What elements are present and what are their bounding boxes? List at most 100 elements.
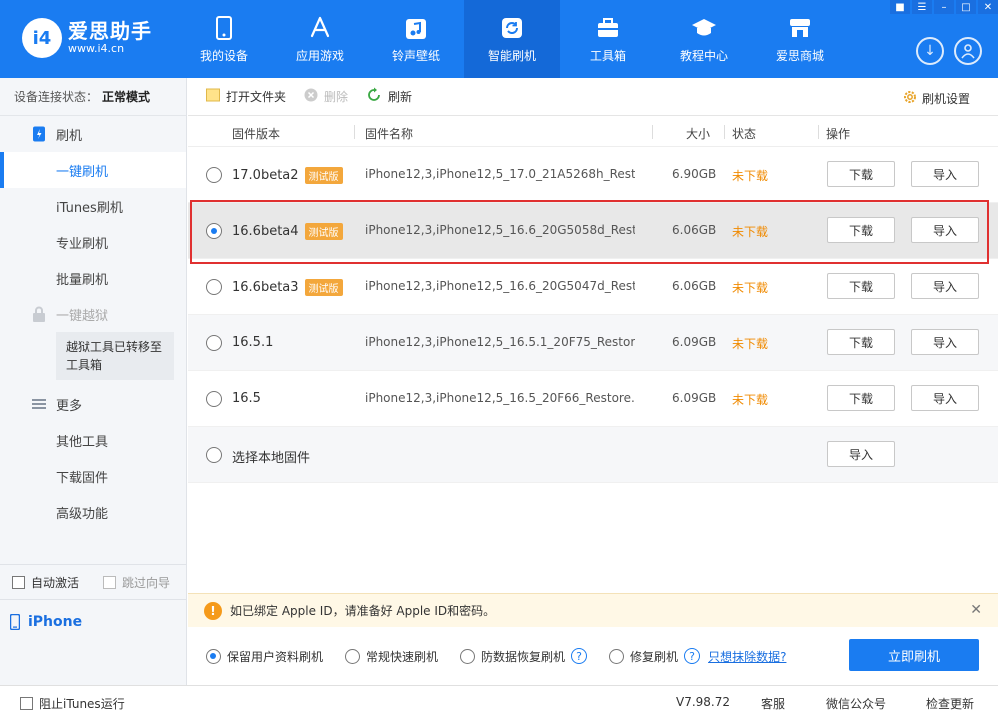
- nav-my-device[interactable]: 我的设备: [176, 0, 272, 78]
- sidebar-item-pro-flash[interactable]: 专业刷机: [0, 224, 186, 260]
- jailbreak-moved-note: 越狱工具已转移至工具箱: [56, 332, 174, 380]
- radio-keep-data[interactable]: [206, 648, 221, 664]
- nav-apps-games[interactable]: 应用游戏: [272, 0, 368, 78]
- device-label[interactable]: iPhone: [0, 608, 82, 636]
- firmware-size: 6.90GB: [672, 167, 717, 181]
- refresh-button[interactable]: 刷新: [366, 87, 412, 106]
- flash-now-button[interactable]: 立即刷机: [849, 639, 979, 671]
- download-button[interactable]: 下载: [827, 385, 895, 411]
- download-manager-icon[interactable]: ↓: [916, 37, 944, 65]
- block-itunes-option[interactable]: 阻止iTunes运行: [20, 695, 125, 712]
- sidebar-item-one-click-flash[interactable]: 一键刷机: [0, 152, 186, 188]
- firmware-status: 未下载: [732, 281, 769, 295]
- option-anti-recovery[interactable]: 防数据恢复刷机?: [460, 648, 588, 665]
- help-icon[interactable]: ?: [684, 648, 701, 664]
- lock-icon: [33, 306, 45, 322]
- radio-anti-recovery[interactable]: [460, 648, 476, 664]
- main-nav: 我的设备 应用游戏 铃声壁纸 智能刷机 工具箱 教程中心 爱思商城: [176, 0, 848, 78]
- firmware-row[interactable]: 16.5.1 iPhone12,3,iPhone12,5_16.5.1_20F7…: [188, 315, 998, 371]
- option-quick-flash[interactable]: 常规快速刷机: [345, 648, 438, 665]
- firmware-size: 6.06GB: [672, 223, 717, 237]
- nav-ringtones-wallpapers[interactable]: 铃声壁纸: [368, 0, 464, 78]
- firmware-row[interactable]: 16.5 iPhone12,3,iPhone12,5_16.5_20F66_Re…: [188, 371, 998, 427]
- block-itunes-checkbox[interactable]: [20, 697, 33, 710]
- help-icon[interactable]: ?: [571, 648, 588, 664]
- skin-icon[interactable]: ■: [890, 0, 910, 14]
- connection-status-value: 正常模式: [102, 90, 151, 104]
- sidebar-item-batch-flash[interactable]: 批量刷机: [0, 260, 186, 296]
- firmware-name: iPhone12,3,iPhone12,5_16.6_20G5058d_Rest…: [365, 223, 635, 237]
- erase-data-link[interactable]: 只想抹除数据?: [708, 648, 786, 665]
- radio-repair-flash[interactable]: [609, 648, 625, 664]
- folder-icon: [206, 88, 220, 105]
- option-keep-data[interactable]: 保留用户资料刷机: [206, 648, 323, 665]
- flash-settings-button[interactable]: 刷机设置: [902, 89, 970, 108]
- refresh-circle-icon: [366, 87, 382, 106]
- sidebar-item-itunes-flash[interactable]: iTunes刷机: [0, 188, 186, 224]
- local-firmware-row[interactable]: 选择本地固件 导入: [188, 427, 998, 483]
- apple-id-notice: ! 如已绑定 Apple ID，请准备好 Apple ID和密码。 ✕: [188, 593, 998, 627]
- wechat-link[interactable]: 微信公众号: [826, 695, 886, 712]
- download-button[interactable]: 下载: [827, 273, 895, 299]
- firmware-row[interactable]: 16.6beta4 测试版 iPhone12,3,iPhone12,5_16.6_…: [188, 203, 998, 259]
- firmware-row[interactable]: 16.6beta3 测试版 iPhone12,3,iPhone12,5_16.6_…: [188, 259, 998, 315]
- appstore-icon: [307, 15, 333, 41]
- beta-badge: 测试版: [304, 223, 343, 240]
- import-button[interactable]: 导入: [911, 273, 979, 299]
- toolbox-icon: [595, 15, 621, 41]
- sidebar-item-other-tools[interactable]: 其他工具: [0, 422, 186, 458]
- firmware-table-header: 固件版本 固件名称 大小 状态 操作: [188, 117, 998, 147]
- sidebar-item-download-firmware[interactable]: 下载固件: [0, 458, 186, 494]
- firmware-name: iPhone12,3,iPhone12,5_17.0_21A5268h_Rest…: [365, 167, 635, 181]
- close-notice-icon[interactable]: ✕: [970, 602, 982, 618]
- sidebar-group-more[interactable]: 更多: [0, 386, 186, 422]
- import-button[interactable]: 导入: [911, 161, 979, 187]
- sidebar-group-flash[interactable]: 刷机: [0, 116, 186, 152]
- auto-activate-checkbox[interactable]: [12, 575, 25, 589]
- firmware-radio[interactable]: [206, 391, 222, 407]
- customer-service-link[interactable]: 客服: [761, 695, 785, 712]
- firmware-radio[interactable]: [206, 167, 222, 183]
- local-firmware-radio[interactable]: [206, 447, 222, 463]
- col-version: 固件版本: [232, 127, 281, 141]
- radio-quick-flash[interactable]: [345, 648, 361, 664]
- graduation-cap-icon: [691, 15, 717, 41]
- firmware-row[interactable]: 17.0beta2 测试版 iPhone12,3,iPhone12,5_17.0_…: [188, 147, 998, 203]
- nav-smart-flash[interactable]: 智能刷机: [464, 0, 560, 78]
- import-button[interactable]: 导入: [911, 385, 979, 411]
- firmware-radio[interactable]: [206, 335, 222, 351]
- download-button[interactable]: 下载: [827, 217, 895, 243]
- beta-badge: 测试版: [304, 279, 343, 296]
- firmware-radio[interactable]: [206, 279, 222, 295]
- delete-button[interactable]: 删除: [304, 88, 348, 105]
- import-local-button[interactable]: 导入: [827, 441, 895, 467]
- minimize-icon[interactable]: –: [934, 0, 954, 14]
- nav-toolbox[interactable]: 工具箱: [560, 0, 656, 78]
- connection-status: 设备连接状态： 正常模式: [0, 78, 186, 116]
- download-button[interactable]: 下载: [827, 329, 895, 355]
- firmware-size: 6.06GB: [672, 279, 717, 293]
- firmware-name: iPhone12,3,iPhone12,5_16.5.1_20F75_Resto…: [365, 335, 635, 349]
- maximize-icon[interactable]: □: [956, 0, 976, 14]
- user-account-icon[interactable]: [954, 37, 982, 65]
- check-update-link[interactable]: 检查更新: [926, 695, 974, 712]
- close-icon[interactable]: ✕: [978, 0, 998, 14]
- nav-tutorials[interactable]: 教程中心: [656, 0, 752, 78]
- firmware-size: 6.09GB: [672, 335, 717, 349]
- import-button[interactable]: 导入: [911, 217, 979, 243]
- option-repair-flash[interactable]: 修复刷机? 只想抹除数据?: [609, 648, 786, 665]
- open-folder-button[interactable]: 打开文件夹: [206, 88, 286, 105]
- firmware-status: 未下载: [732, 169, 769, 183]
- import-button[interactable]: 导入: [911, 329, 979, 355]
- app-name: 爱思助手: [68, 19, 152, 43]
- firmware-radio[interactable]: [206, 223, 222, 239]
- sidebar-item-advanced[interactable]: 高级功能: [0, 494, 186, 530]
- store-icon: [787, 15, 813, 41]
- beta-badge: 测试版: [304, 167, 343, 184]
- menu-icon[interactable]: ☰: [912, 0, 932, 14]
- app-header: i4 爱思助手 www.i4.cn 我的设备 应用游戏 铃声壁纸 智能刷机 工具…: [0, 0, 998, 78]
- skip-guide-checkbox[interactable]: [103, 575, 117, 589]
- download-button[interactable]: 下载: [827, 161, 895, 187]
- nav-store[interactable]: 爱思商城: [752, 0, 848, 78]
- list-icon: [32, 399, 46, 409]
